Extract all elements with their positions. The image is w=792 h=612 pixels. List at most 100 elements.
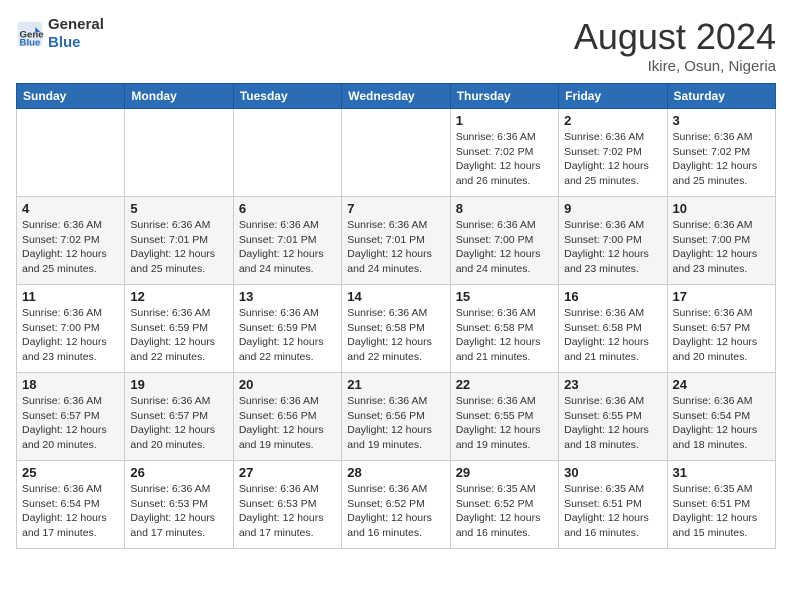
day-number: 10: [673, 201, 770, 216]
calendar-cell: 30Sunrise: 6:35 AM Sunset: 6:51 PM Dayli…: [559, 461, 667, 549]
calendar-week-4: 18 Sunrise: 6:36 AM Sunset: 6:57 PM Dayli…: [17, 373, 776, 461]
calendar-cell: [125, 109, 233, 197]
calendar-cell: 29 Sunrise: 6:35 AM Sunset: 6:52 PM Dayli…: [450, 461, 558, 549]
day-info: Sunrise: 6:36 AM Sunset: 7:00 PM Dayligh…: [456, 218, 553, 277]
day-number: 1: [456, 113, 553, 128]
calendar-cell: 27 Sunrise: 6:36 AM Sunset: 6:53 PM Dayli…: [233, 461, 341, 549]
logo-line2: Blue: [48, 34, 104, 52]
calendar-cell: 8 Sunrise: 6:36 AM Sunset: 7:00 PM Daylig…: [450, 197, 558, 285]
day-number: 31: [673, 465, 770, 480]
calendar-cell: 9Sunrise: 6:36 AM Sunset: 7:00 PM Daylig…: [559, 197, 667, 285]
calendar-cell: 12 Sunrise: 6:36 AM Sunset: 6:59 PM Dayli…: [125, 285, 233, 373]
calendar-cell: 5Sunrise: 6:36 AM Sunset: 7:01 PM Daylig…: [125, 197, 233, 285]
day-info: Sunrise: 6:36 AM Sunset: 6:55 PM Dayligh…: [564, 394, 661, 453]
day-info: Sunrise: 6:36 AM Sunset: 6:59 PM Dayligh…: [239, 306, 336, 365]
day-info: Sunrise: 6:35 AM Sunset: 6:51 PM Dayligh…: [564, 482, 661, 541]
day-info: Sunrise: 6:36 AM Sunset: 6:58 PM Dayligh…: [564, 306, 661, 365]
day-number: 24: [673, 377, 770, 392]
day-info: Sunrise: 6:36 AM Sunset: 7:01 PM Dayligh…: [239, 218, 336, 277]
calendar-cell: 7 Sunrise: 6:36 AM Sunset: 7:01 PM Daylig…: [342, 197, 450, 285]
day-number: 2: [564, 113, 661, 128]
day-info: Sunrise: 6:36 AM Sunset: 6:53 PM Dayligh…: [239, 482, 336, 541]
calendar-cell: 26Sunrise: 6:36 AM Sunset: 6:53 PM Dayli…: [125, 461, 233, 549]
col-header-sunday: Sunday: [17, 84, 125, 109]
day-info: Sunrise: 6:36 AM Sunset: 7:02 PM Dayligh…: [564, 130, 661, 189]
day-number: 11: [22, 289, 119, 304]
col-header-wednesday: Wednesday: [342, 84, 450, 109]
col-header-tuesday: Tuesday: [233, 84, 341, 109]
day-number: 4: [22, 201, 119, 216]
month-title: August 2024: [574, 16, 776, 58]
day-info: Sunrise: 6:36 AM Sunset: 6:55 PM Dayligh…: [456, 394, 553, 453]
day-number: 13: [239, 289, 336, 304]
calendar-cell: 28Sunrise: 6:36 AM Sunset: 6:52 PM Dayli…: [342, 461, 450, 549]
calendar-cell: 24Sunrise: 6:36 AM Sunset: 6:54 PM Dayli…: [667, 373, 775, 461]
day-number: 12: [130, 289, 227, 304]
title-block: August 2024 Ikire, Osun, Nigeria: [574, 16, 776, 75]
calendar-cell: 21Sunrise: 6:36 AM Sunset: 6:56 PM Dayli…: [342, 373, 450, 461]
calendar-cell: 4Sunrise: 6:36 AM Sunset: 7:02 PM Daylig…: [17, 197, 125, 285]
calendar-cell: 17Sunrise: 6:36 AM Sunset: 6:57 PM Dayli…: [667, 285, 775, 373]
day-number: 20: [239, 377, 336, 392]
day-number: 18: [22, 377, 119, 392]
day-number: 29: [456, 465, 553, 480]
calendar-cell: [233, 109, 341, 197]
day-info: Sunrise: 6:36 AM Sunset: 6:53 PM Dayligh…: [130, 482, 227, 541]
day-number: 14: [347, 289, 444, 304]
day-number: 16: [564, 289, 661, 304]
day-info: Sunrise: 6:36 AM Sunset: 7:01 PM Dayligh…: [347, 218, 444, 277]
svg-text:Blue: Blue: [20, 37, 41, 48]
day-info: Sunrise: 6:35 AM Sunset: 6:51 PM Dayligh…: [673, 482, 770, 541]
calendar-week-1: 1 Sunrise: 6:36 AM Sunset: 7:02 PM Daylig…: [17, 109, 776, 197]
calendar-week-5: 25 Sunrise: 6:36 AM Sunset: 6:54 PM Dayli…: [17, 461, 776, 549]
day-info: Sunrise: 6:36 AM Sunset: 7:02 PM Dayligh…: [673, 130, 770, 189]
logo: General Blue General Blue: [16, 16, 104, 52]
day-number: 23: [564, 377, 661, 392]
day-info: Sunrise: 6:36 AM Sunset: 7:01 PM Dayligh…: [130, 218, 227, 277]
day-number: 25: [22, 465, 119, 480]
calendar-cell: 11 Sunrise: 6:36 AM Sunset: 7:00 PM Dayli…: [17, 285, 125, 373]
calendar-cell: 1 Sunrise: 6:36 AM Sunset: 7:02 PM Daylig…: [450, 109, 558, 197]
day-info: Sunrise: 6:35 AM Sunset: 6:52 PM Dayligh…: [456, 482, 553, 541]
day-number: 28: [347, 465, 444, 480]
day-number: 3: [673, 113, 770, 128]
calendar-cell: 16 Sunrise: 6:36 AM Sunset: 6:58 PM Dayli…: [559, 285, 667, 373]
logo-icon: General Blue: [16, 20, 44, 48]
day-number: 19: [130, 377, 227, 392]
day-info: Sunrise: 6:36 AM Sunset: 7:00 PM Dayligh…: [673, 218, 770, 277]
location-subtitle: Ikire, Osun, Nigeria: [574, 58, 776, 75]
calendar-cell: 13 Sunrise: 6:36 AM Sunset: 6:59 PM Dayli…: [233, 285, 341, 373]
calendar-cell: 25 Sunrise: 6:36 AM Sunset: 6:54 PM Dayli…: [17, 461, 125, 549]
day-number: 8: [456, 201, 553, 216]
calendar-cell: [342, 109, 450, 197]
day-number: 22: [456, 377, 553, 392]
calendar-cell: 20Sunrise: 6:36 AM Sunset: 6:56 PM Dayli…: [233, 373, 341, 461]
calendar-cell: 15 Sunrise: 6:36 AM Sunset: 6:58 PM Dayli…: [450, 285, 558, 373]
col-header-monday: Monday: [125, 84, 233, 109]
day-number: 7: [347, 201, 444, 216]
day-info: Sunrise: 6:36 AM Sunset: 6:57 PM Dayligh…: [22, 394, 119, 453]
day-info: Sunrise: 6:36 AM Sunset: 6:58 PM Dayligh…: [456, 306, 553, 365]
calendar-cell: 18 Sunrise: 6:36 AM Sunset: 6:57 PM Dayli…: [17, 373, 125, 461]
day-number: 17: [673, 289, 770, 304]
calendar-cell: [17, 109, 125, 197]
calendar-cell: 10 Sunrise: 6:36 AM Sunset: 7:00 PM Dayli…: [667, 197, 775, 285]
day-number: 15: [456, 289, 553, 304]
day-info: Sunrise: 6:36 AM Sunset: 6:58 PM Dayligh…: [347, 306, 444, 365]
day-info: Sunrise: 6:36 AM Sunset: 7:00 PM Dayligh…: [22, 306, 119, 365]
calendar-week-2: 4Sunrise: 6:36 AM Sunset: 7:02 PM Daylig…: [17, 197, 776, 285]
calendar-cell: 14 Sunrise: 6:36 AM Sunset: 6:58 PM Dayli…: [342, 285, 450, 373]
calendar-cell: 19Sunrise: 6:36 AM Sunset: 6:57 PM Dayli…: [125, 373, 233, 461]
day-number: 27: [239, 465, 336, 480]
day-info: Sunrise: 6:36 AM Sunset: 6:54 PM Dayligh…: [22, 482, 119, 541]
col-header-saturday: Saturday: [667, 84, 775, 109]
calendar-cell: 2 Sunrise: 6:36 AM Sunset: 7:02 PM Daylig…: [559, 109, 667, 197]
day-info: Sunrise: 6:36 AM Sunset: 7:02 PM Dayligh…: [456, 130, 553, 189]
day-info: Sunrise: 6:36 AM Sunset: 6:59 PM Dayligh…: [130, 306, 227, 365]
calendar-cell: 6 Sunrise: 6:36 AM Sunset: 7:01 PM Daylig…: [233, 197, 341, 285]
col-header-friday: Friday: [559, 84, 667, 109]
calendar-cell: 3 Sunrise: 6:36 AM Sunset: 7:02 PM Daylig…: [667, 109, 775, 197]
calendar-cell: 31 Sunrise: 6:35 AM Sunset: 6:51 PM Dayli…: [667, 461, 775, 549]
day-number: 6: [239, 201, 336, 216]
calendar-week-3: 11 Sunrise: 6:36 AM Sunset: 7:00 PM Dayli…: [17, 285, 776, 373]
